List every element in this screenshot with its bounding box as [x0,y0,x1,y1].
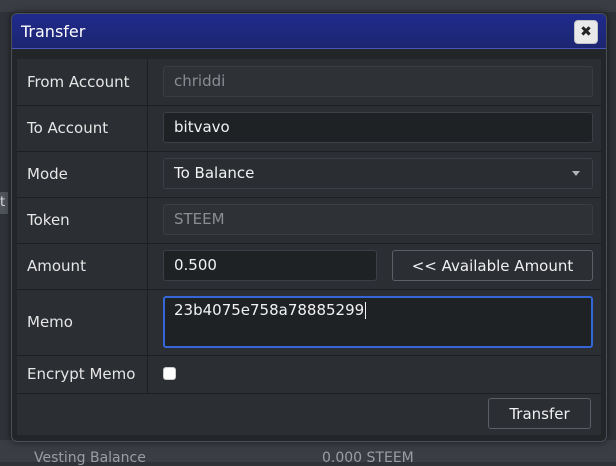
mode-selected-value: To Balance [174,164,255,182]
row-token: Token STEEM [17,197,601,244]
transfer-button[interactable]: Transfer [488,398,591,429]
from-account-field: chriddi [163,66,593,97]
row-encrypt-memo: Encrypt Memo [17,355,601,394]
background-vesting-label: Vesting Balance [34,450,146,466]
label-cell: Encrypt Memo [17,355,148,393]
amount-label: Amount [27,257,86,275]
close-button[interactable]: ✖ [574,20,598,44]
transfer-form: From Account chriddi To Account bitvavo … [17,59,601,435]
row-amount: Amount 0.500 << Available Amount [17,243,601,290]
background-vesting-value: 0.000 STEEM [322,450,414,466]
available-amount-button[interactable]: << Available Amount [392,250,593,281]
label-cell: Amount [17,243,148,289]
memo-label: Memo [27,313,73,331]
row-to-account: To Account bitvavo [17,105,601,152]
label-cell: Memo [17,289,148,355]
close-icon: ✖ [580,24,592,40]
background-header [0,0,616,12]
to-account-input[interactable]: bitvavo [163,112,593,143]
encrypt-memo-label: Encrypt Memo [27,365,136,383]
label-cell: Token [17,197,148,243]
token-label: Token [27,211,70,229]
dialog-titlebar[interactable]: Transfer ✖ [12,14,606,49]
row-from-account: From Account chriddi [17,59,601,106]
label-cell: To Account [17,105,148,151]
background-partial-tab: t [0,192,8,214]
mode-select[interactable]: To Balance [163,158,593,189]
memo-input[interactable]: 23b4075e758a78885299 [163,296,593,348]
encrypt-memo-checkbox[interactable] [163,367,176,380]
dialog-title: Transfer [21,22,86,41]
label-cell: Mode [17,151,148,197]
transfer-dialog: Transfer ✖ From Account chriddi To Accou… [11,13,607,442]
mode-label: Mode [27,165,68,183]
chevron-down-icon [572,171,580,176]
text-caret [365,302,367,319]
label-cell: From Account [17,59,148,105]
background-partial-text: t [0,195,6,210]
token-field: STEEM [163,204,593,235]
memo-text: 23b4075e758a78885299 [174,301,365,319]
to-account-label: To Account [27,119,109,137]
amount-input[interactable]: 0.500 [163,250,377,281]
from-account-label: From Account [27,73,130,91]
row-memo: Memo 23b4075e758a78885299 [17,289,601,356]
row-mode: Mode To Balance [17,151,601,198]
